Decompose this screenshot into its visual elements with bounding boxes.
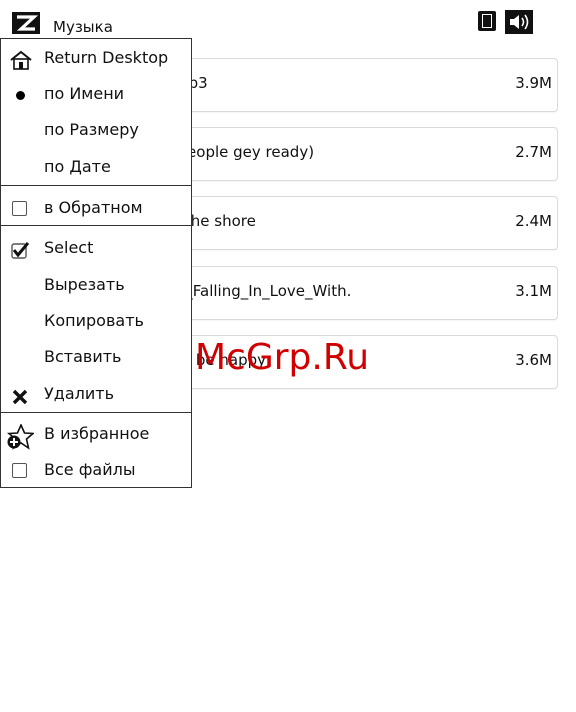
home-icon bbox=[10, 50, 32, 70]
menu-item-all-files[interactable]: Все файлы bbox=[1, 453, 191, 487]
checkbox-unchecked-icon[interactable] bbox=[12, 201, 27, 216]
app-logo-icon[interactable] bbox=[12, 12, 40, 34]
battery-icon bbox=[478, 11, 496, 31]
menu-label: Return Desktop bbox=[44, 48, 169, 67]
menu-label: по Дате bbox=[44, 157, 111, 176]
check-icon bbox=[11, 242, 29, 259]
menu-item-copy[interactable]: Копировать bbox=[1, 304, 191, 338]
menu-item-cut[interactable]: Вырезать bbox=[1, 268, 191, 302]
file-size: 2.4M bbox=[515, 212, 552, 230]
delete-x-icon bbox=[12, 389, 28, 405]
menu-label: Select bbox=[44, 238, 94, 257]
file-size: 3.9M bbox=[515, 74, 552, 92]
menu-label: В избранное bbox=[44, 424, 150, 443]
menu-item-reverse[interactable]: в Обратном bbox=[1, 191, 191, 225]
menu-label: по Размеру bbox=[44, 120, 139, 139]
app-title: Музыка bbox=[53, 18, 113, 36]
speaker-icon[interactable] bbox=[505, 10, 533, 34]
watermark-text: McGrp.Ru bbox=[195, 337, 370, 378]
star-add-icon bbox=[6, 424, 34, 450]
menu-label: Вырезать bbox=[44, 275, 125, 294]
file-size: 3.6M bbox=[515, 351, 552, 369]
menu-label: Все файлы bbox=[44, 460, 136, 479]
top-bar: Музыка bbox=[0, 0, 576, 40]
context-menu: Return Desktop по Имени по Размеру по Да… bbox=[0, 38, 192, 488]
menu-label: по Имени bbox=[44, 84, 125, 103]
menu-item-select[interactable]: Select bbox=[1, 231, 191, 265]
file-size: 2.7M bbox=[515, 143, 552, 161]
menu-label: Удалить bbox=[44, 384, 114, 403]
menu-label: Вставить bbox=[44, 347, 122, 366]
menu-label: в Обратном bbox=[44, 198, 143, 217]
menu-divider bbox=[1, 412, 191, 413]
file-size: 3.1M bbox=[515, 282, 552, 300]
radio-selected-icon bbox=[16, 91, 25, 100]
menu-item-sort-size[interactable]: по Размеру bbox=[1, 113, 191, 147]
menu-divider bbox=[1, 225, 191, 226]
menu-item-favorites[interactable]: В избранное bbox=[1, 417, 191, 451]
menu-item-delete[interactable]: Удалить bbox=[1, 377, 191, 411]
menu-item-paste[interactable]: Вставить bbox=[1, 340, 191, 374]
menu-item-sort-name[interactable]: по Имени bbox=[1, 77, 191, 111]
checkbox-unchecked-icon[interactable] bbox=[12, 463, 27, 478]
menu-item-sort-date[interactable]: по Дате bbox=[1, 150, 191, 184]
menu-label: Копировать bbox=[44, 311, 144, 330]
menu-divider bbox=[1, 185, 191, 186]
menu-item-return-desktop[interactable]: Return Desktop bbox=[1, 41, 191, 75]
